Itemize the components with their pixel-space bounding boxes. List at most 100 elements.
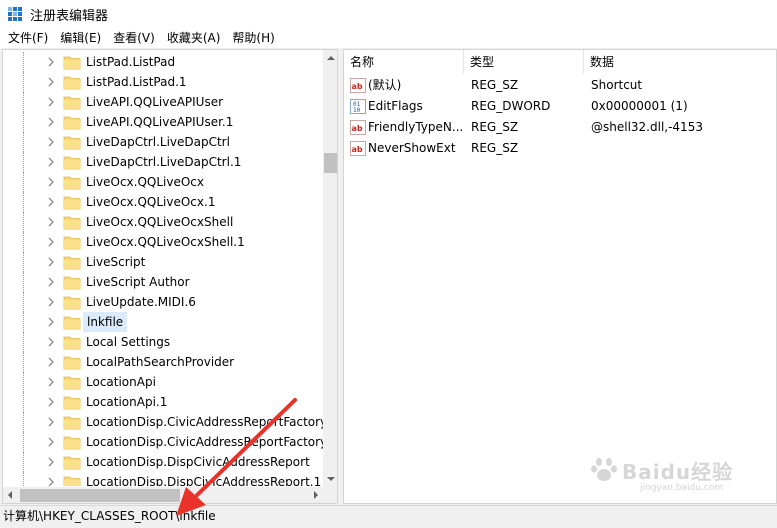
- tree-item[interactable]: LiveUpdate.MIDI.6: [3, 292, 323, 312]
- tree-horizontal-scrollbar[interactable]: [3, 487, 323, 503]
- chevron-right-icon[interactable]: [46, 197, 56, 207]
- chevron-right-icon[interactable]: [46, 477, 56, 486]
- tree-item-label[interactable]: LiveUpdate.MIDI.6: [83, 292, 199, 312]
- chevron-right-icon[interactable]: [46, 357, 56, 367]
- menu-file[interactable]: 文件(F): [2, 28, 54, 48]
- chevron-right-icon[interactable]: [46, 77, 56, 87]
- chevron-right-icon[interactable]: [46, 257, 56, 267]
- chevron-right-icon[interactable]: [46, 277, 56, 287]
- tree-item-label[interactable]: LocationApi.1: [83, 392, 170, 412]
- tree-item[interactable]: LocationDisp.DispCivicAddressReport.1: [3, 472, 323, 486]
- tree-item-label[interactable]: LiveOcx.QQLiveOcxShell.1: [83, 232, 248, 252]
- tree-item[interactable]: LiveDapCtrl.LiveDapCtrl: [3, 132, 323, 152]
- tree-vertical-scrollbar[interactable]: [323, 50, 337, 487]
- chevron-right-icon[interactable]: [46, 437, 56, 447]
- tree-item-label[interactable]: LiveOcx.QQLiveOcx: [83, 172, 207, 192]
- folder-icon: [63, 154, 81, 170]
- tree-item-label[interactable]: LocationDisp.CivicAddressReportFactory.: [83, 432, 323, 452]
- value-row[interactable]: ab FriendlyTypeN... REG_SZ @shell32.dll,-41…: [344, 117, 776, 138]
- tree-item[interactable]: LocalPathSearchProvider: [3, 352, 323, 372]
- column-header-data[interactable]: 数据: [584, 50, 776, 74]
- dword-value-icon: 01 10: [350, 99, 366, 114]
- scroll-up-arrow-icon[interactable]: [327, 56, 335, 60]
- tree-item-label[interactable]: LocationDisp.CivicAddressReportFactory: [83, 412, 323, 432]
- tree-item-label[interactable]: Local Settings: [83, 332, 173, 352]
- tree-item-label[interactable]: LiveScript Author: [83, 272, 193, 292]
- chevron-right-icon[interactable]: [46, 97, 56, 107]
- scroll-down-arrow-icon[interactable]: [327, 477, 335, 481]
- tree-item-label[interactable]: LocationApi: [83, 372, 159, 392]
- column-header-name[interactable]: 名称: [344, 50, 464, 74]
- vertical-scroll-thumb[interactable]: [324, 153, 337, 173]
- menu-view[interactable]: 查看(V): [107, 28, 161, 48]
- tree-item-label[interactable]: lnkfile: [83, 312, 128, 332]
- menu-help[interactable]: 帮助(H): [226, 28, 280, 48]
- chevron-right-icon[interactable]: [46, 417, 56, 427]
- tree-item[interactable]: LiveOcx.QQLiveOcxShell: [3, 212, 323, 232]
- chevron-right-icon[interactable]: [46, 217, 56, 227]
- chevron-right-icon[interactable]: [46, 237, 56, 247]
- column-header-type[interactable]: 类型: [464, 50, 584, 74]
- tree-item-label[interactable]: LocalPathSearchProvider: [83, 352, 237, 372]
- tree-item[interactable]: lnkfile: [3, 312, 323, 332]
- tree-guide-line: [23, 192, 24, 212]
- chevron-right-icon[interactable]: [46, 377, 56, 387]
- tree-guide-line: [23, 232, 24, 252]
- chevron-right-icon[interactable]: [46, 57, 56, 67]
- chevron-right-icon[interactable]: [46, 397, 56, 407]
- tree-item-label[interactable]: LiveScript: [83, 252, 148, 272]
- tree-item[interactable]: LiveOcx.QQLiveOcxShell.1: [3, 232, 323, 252]
- scroll-left-arrow-icon[interactable]: [8, 491, 12, 499]
- main-area: ListPad.ListPad ListPad.ListPad.1 LiveAPI.…: [0, 48, 777, 505]
- tree-item[interactable]: LiveScript Author: [3, 272, 323, 292]
- tree-guide-line: [23, 472, 24, 486]
- value-row[interactable]: ab NeverShowExt REG_SZ: [344, 138, 776, 159]
- chevron-right-icon[interactable]: [46, 297, 56, 307]
- tree-item-label[interactable]: LiveDapCtrl.LiveDapCtrl: [83, 132, 233, 152]
- chevron-right-icon[interactable]: [46, 337, 56, 347]
- tree-item[interactable]: LocationDisp.DispCivicAddressReport: [3, 452, 323, 472]
- tree-guide-line: [23, 432, 24, 452]
- tree-item[interactable]: LocationApi.1: [3, 392, 323, 412]
- tree-guide-line: [23, 352, 24, 372]
- tree-item[interactable]: LiveAPI.QQLiveAPIUser: [3, 92, 323, 112]
- folder-icon: [63, 414, 81, 430]
- tree-item-label[interactable]: LiveAPI.QQLiveAPIUser.1: [83, 112, 236, 132]
- value-row[interactable]: 01 10 EditFlags REG_DWORD 0x00000001 (1): [344, 96, 776, 117]
- tree-item-label[interactable]: LocationDisp.DispCivicAddressReport.1: [83, 472, 323, 486]
- chevron-right-icon[interactable]: [46, 457, 56, 467]
- tree-item[interactable]: LiveOcx.QQLiveOcx.1: [3, 192, 323, 212]
- tree-item-label[interactable]: LiveAPI.QQLiveAPIUser: [83, 92, 226, 112]
- tree-item-label[interactable]: LiveDapCtrl.LiveDapCtrl.1: [83, 152, 244, 172]
- tree-guide-line: [23, 132, 24, 152]
- tree-item-label[interactable]: LocationDisp.DispCivicAddressReport: [83, 452, 313, 472]
- horizontal-scroll-thumb[interactable]: [20, 489, 180, 502]
- tree-item[interactable]: LiveOcx.QQLiveOcx: [3, 172, 323, 192]
- value-name-cell: FriendlyTypeN...: [368, 120, 462, 134]
- svg-text:ab: ab: [352, 145, 363, 154]
- tree-item[interactable]: Local Settings: [3, 332, 323, 352]
- tree-item[interactable]: LocationDisp.CivicAddressReportFactory: [3, 412, 323, 432]
- chevron-right-icon[interactable]: [46, 117, 56, 127]
- menu-favorites[interactable]: 收藏夹(A): [161, 28, 227, 48]
- menu-edit[interactable]: 编辑(E): [54, 28, 107, 48]
- tree-item[interactable]: ListPad.ListPad: [3, 52, 323, 72]
- chevron-right-icon[interactable]: [46, 137, 56, 147]
- folder-icon: [63, 134, 81, 150]
- tree-item[interactable]: LiveAPI.QQLiveAPIUser.1: [3, 112, 323, 132]
- tree-item[interactable]: ListPad.ListPad.1: [3, 72, 323, 92]
- tree-item-label[interactable]: ListPad.ListPad.1: [83, 72, 190, 92]
- tree-item[interactable]: LocationDisp.CivicAddressReportFactory.: [3, 432, 323, 452]
- value-row[interactable]: ab (默认) REG_SZ Shortcut: [344, 75, 776, 96]
- scroll-right-arrow-icon[interactable]: [314, 491, 318, 499]
- chevron-right-icon[interactable]: [46, 177, 56, 187]
- tree-item-label[interactable]: LiveOcx.QQLiveOcxShell: [83, 212, 236, 232]
- tree-item[interactable]: LiveScript: [3, 252, 323, 272]
- tree-item-label[interactable]: LiveOcx.QQLiveOcx.1: [83, 192, 218, 212]
- tree-item-label[interactable]: ListPad.ListPad: [83, 52, 178, 72]
- chevron-right-icon[interactable]: [46, 317, 56, 327]
- tree-guide-line: [23, 92, 24, 112]
- tree-item[interactable]: LiveDapCtrl.LiveDapCtrl.1: [3, 152, 323, 172]
- chevron-right-icon[interactable]: [46, 157, 56, 167]
- tree-item[interactable]: LocationApi: [3, 372, 323, 392]
